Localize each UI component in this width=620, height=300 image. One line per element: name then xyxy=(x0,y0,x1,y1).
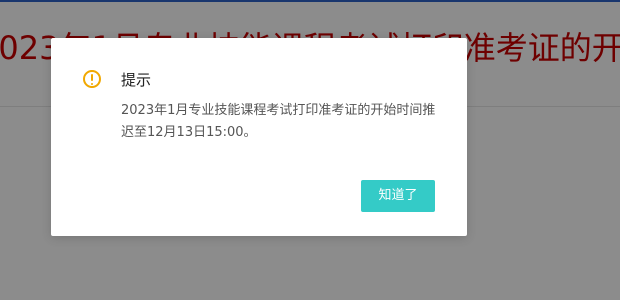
ok-button[interactable]: 知道了 xyxy=(361,180,435,212)
dialog-title: 提示 xyxy=(121,71,152,89)
warning-icon-dot xyxy=(91,83,93,85)
warning-icon xyxy=(83,70,101,88)
page: 2023年1月专业技能课程考试打印准考证的开始时间推 提示 2023年1月专业技… xyxy=(0,0,620,300)
warning-icon-bar xyxy=(91,74,93,81)
dialog-message: 2023年1月专业技能课程考试打印准考证的开始时间推迟至12月13日15:00。 xyxy=(121,103,436,140)
notice-dialog: 提示 2023年1月专业技能课程考试打印准考证的开始时间推迟至12月13日15:… xyxy=(51,38,467,236)
